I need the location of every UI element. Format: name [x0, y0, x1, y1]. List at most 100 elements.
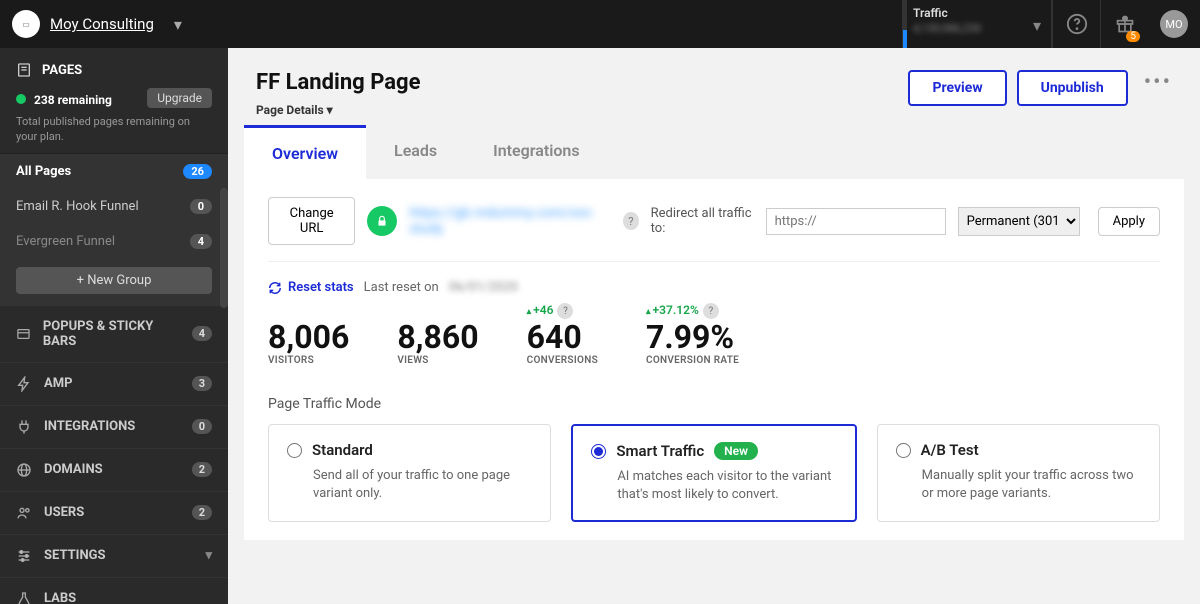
scrollbar[interactable] [220, 188, 228, 308]
nav-label: AMP [44, 376, 73, 391]
tab-overview[interactable]: Overview [244, 125, 366, 179]
file-icon [16, 62, 32, 78]
stat-conversions: +46? 640 CONVERSIONS [527, 303, 598, 366]
page-url[interactable]: https://gb.mdummy.com/xxx-study [409, 205, 599, 237]
amp-icon [16, 376, 32, 392]
mode-title: A/B Test [921, 441, 979, 459]
brand[interactable]: ▭ Moy Consulting ▾ [12, 10, 182, 38]
traffic-dropdown[interactable]: Traffic 4,130,986,250 ▾ [902, 0, 1052, 48]
preview-button[interactable]: Preview [908, 70, 1006, 106]
redirect-label: Redirect all traffic to: [651, 206, 754, 236]
nav-label: DOMAINS [44, 462, 103, 477]
globe-icon [16, 462, 32, 478]
mode-ab-test[interactable]: A/B Test Manually split your traffic acr… [877, 424, 1160, 522]
help-icon[interactable]: ? [703, 303, 719, 319]
all-pages-count: 26 [183, 164, 212, 179]
traffic-mode-heading: Page Traffic Mode [268, 390, 1160, 424]
sidebar: PAGES 238 remaining Upgrade Total publis… [0, 48, 228, 604]
mode-radio[interactable] [287, 443, 302, 458]
sidebar-item-group[interactable]: Evergreen Funnel 4 [0, 224, 228, 259]
plug-icon [16, 419, 32, 435]
stat-label: VIEWS [397, 355, 478, 366]
new-group-button[interactable]: + New Group [16, 267, 212, 294]
sidebar-item-all-pages[interactable]: All Pages 26 [0, 154, 228, 189]
reset-stats-link[interactable]: Reset stats [268, 280, 354, 295]
nav-label: USERS [44, 505, 84, 520]
redirect-type-select[interactable]: Permanent (301) [958, 207, 1080, 236]
help-button[interactable] [1052, 0, 1100, 48]
help-icon[interactable]: ? [557, 303, 573, 319]
gift-badge: 5 [1126, 31, 1140, 42]
status-dot-icon [16, 94, 26, 104]
stat-delta: +46 [527, 303, 554, 317]
flask-icon [16, 591, 32, 604]
stat-value: 8,006 [268, 321, 349, 353]
overview-panel: Change URL https://gb.mdummy.com/xxx-stu… [244, 179, 1184, 540]
traffic-meter-icon [903, 0, 907, 48]
url-row: Change URL https://gb.mdummy.com/xxx-stu… [268, 197, 1160, 262]
nav-count: 0 [192, 419, 212, 434]
tab-integrations[interactable]: Integrations [465, 125, 607, 179]
nav-label: LABS [44, 591, 76, 604]
more-menu-icon[interactable]: ••• [1144, 70, 1172, 95]
mode-smart-traffic[interactable]: Smart TrafficNew AI matches each visitor… [571, 424, 856, 522]
mode-radio[interactable] [896, 443, 911, 458]
sidebar-nav-users[interactable]: USERS 2 [0, 492, 228, 535]
users-icon [16, 505, 32, 521]
nav-count: 2 [192, 505, 212, 520]
redirect-url-input[interactable] [766, 208, 946, 235]
page-header: FF Landing Page Page Details ▾ Preview U… [228, 48, 1200, 125]
refresh-icon [268, 281, 282, 295]
sliders-icon [16, 548, 32, 564]
apply-button[interactable]: Apply [1098, 207, 1160, 236]
ssl-lock-icon [367, 206, 397, 236]
group-count: 4 [190, 234, 212, 249]
change-url-button[interactable]: Change URL [268, 197, 355, 245]
sidebar-pages-head[interactable]: PAGES [0, 48, 228, 88]
org-name[interactable]: Moy Consulting [50, 15, 154, 33]
nav-count: 2 [192, 462, 212, 477]
page-title: FF Landing Page [256, 70, 420, 95]
stat-label: CONVERSION RATE [646, 355, 739, 366]
group-count: 0 [190, 199, 212, 214]
user-avatar[interactable]: MO [1160, 10, 1188, 38]
last-reset-date: 06/01/2020 [449, 280, 518, 295]
stat-delta: +37.12% [646, 303, 699, 317]
sidebar-item-group[interactable]: Email R. Hook Funnel 0 [0, 189, 228, 224]
mode-desc: Manually split your traffic across two o… [922, 467, 1141, 503]
group-label: Email R. Hook Funnel [16, 199, 139, 214]
sidebar-nav-domains[interactable]: DOMAINS 2 [0, 449, 228, 492]
mode-radio[interactable] [591, 444, 606, 459]
gift-button[interactable]: 5 [1100, 0, 1148, 48]
stat-conversion-rate: +37.12%? 7.99% CONVERSION RATE [646, 303, 739, 366]
quota-block: 238 remaining Upgrade Total published pa… [0, 88, 228, 153]
main-content: FF Landing Page Page Details ▾ Preview U… [228, 48, 1200, 604]
sidebar-nav-amp[interactable]: AMP3 [0, 363, 228, 406]
tabs: Overview Leads Integrations [228, 125, 1200, 179]
nav-label: INTEGRATIONS [44, 419, 135, 434]
upgrade-button[interactable]: Upgrade [147, 88, 212, 108]
traffic-label: Traffic [913, 6, 1041, 20]
sidebar-nav-settings[interactable]: SETTINGS▾ [0, 535, 228, 578]
stat-value: 640 [527, 321, 598, 353]
mode-desc: Send all of your traffic to one page var… [313, 467, 532, 503]
mode-desc: AI matches each visitor to the variant t… [617, 468, 836, 504]
traffic-modes: Standard Send all of your traffic to one… [268, 424, 1160, 522]
traffic-value: 4,130,986,250 [913, 22, 1041, 35]
new-badge: New [714, 442, 758, 460]
sidebar-nav-popups-sticky-bars[interactable]: POPUPS & STICKY BARS4 [0, 306, 228, 363]
unpublish-button[interactable]: Unpublish [1017, 70, 1128, 106]
chevron-down-icon[interactable]: ▾ [174, 15, 182, 34]
mode-standard[interactable]: Standard Send all of your traffic to one… [268, 424, 551, 522]
sidebar-nav-labs[interactable]: LABS [0, 578, 228, 604]
nav-label: POPUPS & STICKY BARS [43, 319, 180, 349]
reset-row: Reset stats Last reset on 06/01/2020 [268, 262, 1160, 297]
stat-value: 8,860 [397, 321, 478, 353]
sidebar-nav-integrations[interactable]: INTEGRATIONS 0 [0, 406, 228, 449]
tab-leads[interactable]: Leads [366, 125, 465, 179]
help-icon[interactable]: ? [623, 212, 639, 230]
all-pages-label: All Pages [16, 164, 71, 179]
page-details-toggle[interactable]: Page Details ▾ [256, 103, 420, 117]
stat-views: 8,860 VIEWS [397, 303, 478, 366]
topbar: ▭ Moy Consulting ▾ Traffic 4,130,986,250… [0, 0, 1200, 48]
